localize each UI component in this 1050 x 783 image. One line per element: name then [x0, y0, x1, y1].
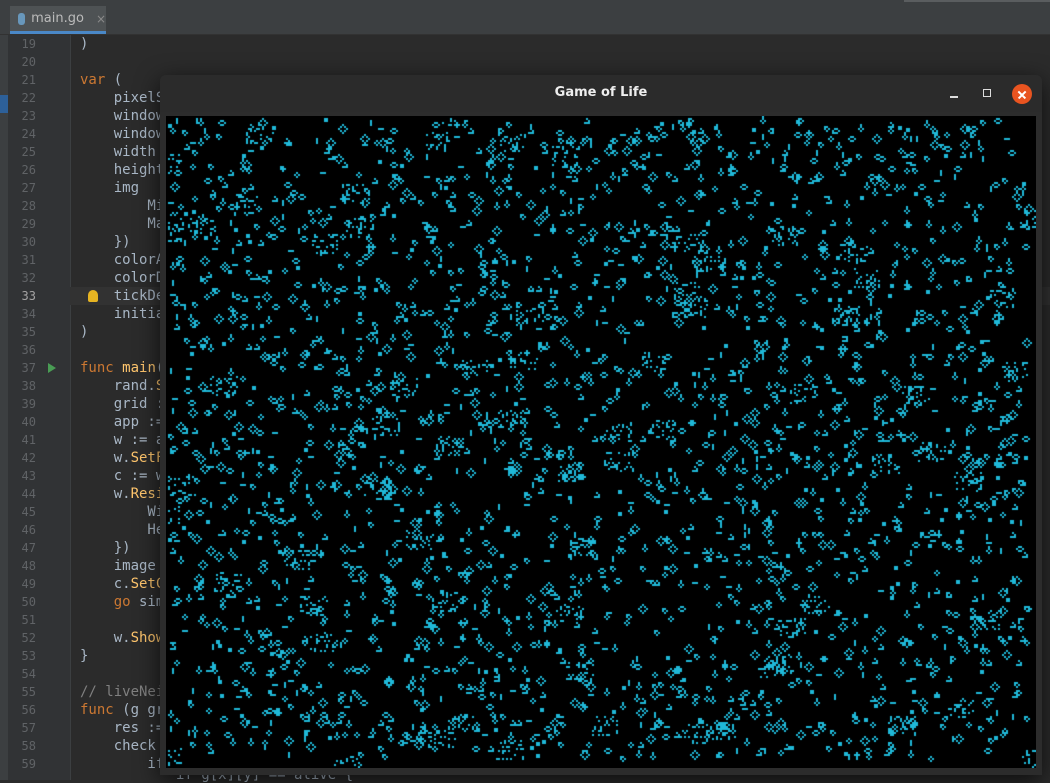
code-line: Mi: [80, 198, 165, 214]
code-line: w.Resi: [80, 486, 165, 502]
code-line: pixelS: [80, 90, 165, 106]
line-number: 33: [21, 289, 36, 303]
line-number: 22: [21, 91, 36, 105]
line-number: 35: [21, 325, 36, 339]
code-line: window: [80, 108, 165, 124]
line-number: 44: [21, 487, 36, 501]
line-number: 41: [21, 433, 36, 447]
run-icon[interactable]: [48, 363, 56, 373]
close-button[interactable]: [1012, 84, 1032, 104]
code-line: c := w: [80, 468, 165, 484]
code-line: window: [80, 126, 165, 142]
code-line: Ma: [80, 216, 165, 232]
editor-tab-bar: main.go ×: [0, 0, 1050, 35]
line-number: 45: [21, 505, 36, 519]
minimize-button[interactable]: [944, 84, 964, 104]
project-tool-marker[interactable]: [0, 95, 8, 113]
tool-window-strip: [0, 35, 8, 780]
maximize-button[interactable]: [978, 84, 998, 104]
code-line: width: [80, 144, 156, 160]
line-number: 57: [21, 721, 36, 735]
window-title: Game of Life: [554, 85, 648, 100]
code-line: ): [80, 324, 89, 340]
line-number: 48: [21, 559, 36, 573]
code-line: }: [80, 648, 89, 664]
code-line: w.Show: [80, 630, 165, 646]
line-number: 21: [21, 73, 36, 87]
line-number: 30: [21, 235, 36, 249]
line-number: 39: [21, 397, 36, 411]
line-number: 59: [21, 757, 36, 771]
code-line: var (: [80, 72, 123, 88]
line-number: 50: [21, 595, 36, 609]
code-line: img: [80, 180, 140, 196]
code-line: func main(: [80, 360, 164, 376]
code-line: check: [80, 738, 156, 754]
line-number: 38: [21, 379, 36, 393]
simulation-canvas-container: [166, 116, 1036, 768]
game-of-life-window[interactable]: Game of Life: [160, 75, 1042, 775]
life-grid-canvas: [166, 116, 1036, 768]
code-line: if: [80, 756, 165, 772]
line-number: 19: [21, 37, 36, 51]
code-line: w.SetF: [80, 450, 165, 466]
line-number: 51: [21, 613, 36, 627]
code-line: go sim: [113, 594, 165, 610]
code-line: colorD: [80, 270, 165, 286]
line-number: 29: [21, 217, 36, 231]
code-line: He: [80, 522, 165, 538]
line-number: 52: [21, 631, 36, 645]
code-line: c.SetC: [80, 576, 165, 592]
line-number: 42: [21, 451, 36, 465]
code-line: rand.S: [80, 378, 165, 394]
code-line: ): [80, 36, 89, 52]
line-number: 53: [21, 649, 36, 663]
code-line: res :=: [80, 720, 165, 736]
line-number: 34: [21, 307, 36, 321]
toolbar-edge: [904, 0, 1050, 2]
code-line: tickDe: [80, 288, 165, 304]
line-number: 55: [21, 685, 36, 699]
line-number: 27: [21, 181, 36, 195]
code-line: height: [80, 162, 165, 178]
code-line: }): [80, 234, 131, 250]
code-line: Wi: [80, 504, 165, 520]
line-number: 49: [21, 577, 36, 591]
code-line: colorA: [80, 252, 165, 268]
code-line: image: [80, 558, 156, 574]
line-number: 28: [21, 199, 36, 213]
line-number: 23: [21, 109, 36, 123]
code-line: grid :: [80, 396, 165, 412]
line-number: 40: [21, 415, 36, 429]
line-number: 25: [21, 145, 36, 159]
line-number: 36: [21, 343, 36, 357]
line-number: 43: [21, 469, 36, 483]
tab-close-icon[interactable]: ×: [96, 12, 106, 26]
line-number: 37: [21, 361, 36, 375]
line-number: 20: [21, 55, 36, 69]
code-line: w := a: [80, 432, 165, 448]
line-number: 47: [21, 541, 36, 555]
code-line: func (g gr: [80, 702, 165, 718]
line-number: 46: [21, 523, 36, 537]
window-titlebar[interactable]: Game of Life: [160, 75, 1042, 112]
line-number: 31: [21, 253, 36, 267]
code-line: // liveNei: [80, 684, 165, 700]
line-number: 58: [21, 739, 36, 753]
tab-main-go[interactable]: main.go ×: [10, 6, 106, 34]
line-number: 24: [21, 127, 36, 141]
code-line: }): [80, 540, 131, 556]
tab-label: main.go: [31, 11, 84, 26]
go-file-icon: [18, 12, 26, 25]
code-line: initia: [80, 306, 165, 322]
code-line: app :=: [80, 414, 165, 430]
line-number: 54: [21, 667, 36, 681]
line-number: 26: [21, 163, 36, 177]
line-number: 32: [21, 271, 36, 285]
line-number: 56: [21, 703, 36, 717]
